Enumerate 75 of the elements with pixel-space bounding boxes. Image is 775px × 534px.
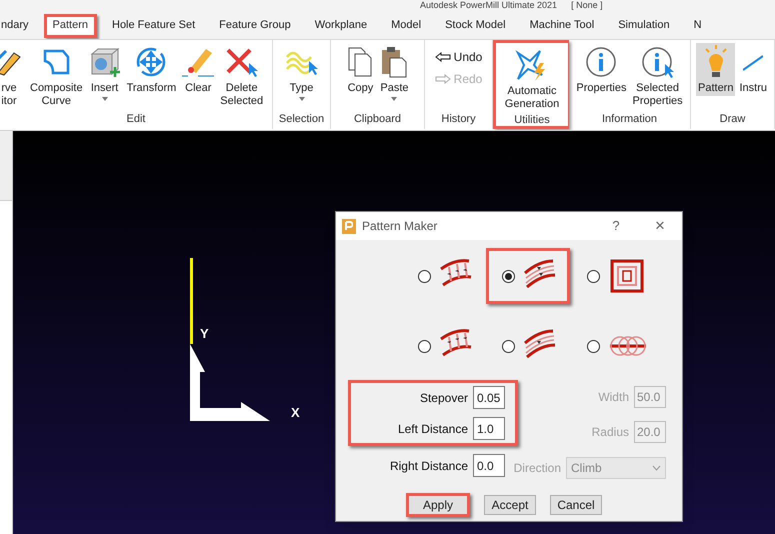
cube-plus-icon <box>88 47 121 77</box>
ribbon-tab[interactable]: Machine Tool <box>520 14 604 38</box>
pattern-option[interactable] <box>486 248 570 304</box>
paste-icon <box>380 46 408 78</box>
ribbon-button[interactable]: Insert <box>86 43 123 102</box>
caret-icon <box>298 97 304 101</box>
field-label: Stepover <box>420 390 468 406</box>
info-cursor-icon <box>640 46 675 78</box>
field-label: Direction <box>514 460 561 477</box>
ribbon-button[interactable]: Copy <box>344 43 376 96</box>
ribbon-button[interactable]: Instru <box>737 43 769 96</box>
ribbon-tab[interactable]: Stock Model <box>436 14 515 38</box>
app-logo-icon <box>342 218 356 234</box>
ribbon-button[interactable]: Transform <box>124 43 178 96</box>
chevron-down-icon <box>652 465 661 471</box>
move-arrows-icon <box>135 46 168 78</box>
curve-icon <box>41 47 72 77</box>
input-field[interactable]: 0.0 <box>473 454 505 477</box>
group-label: History <box>440 112 477 127</box>
help-button[interactable]: ? <box>606 216 626 236</box>
radio-button[interactable] <box>418 270 431 282</box>
light-bulb-icon <box>702 45 729 79</box>
dialog-button[interactable]: Accept <box>484 495 536 515</box>
input-field[interactable]: 1.0 <box>473 417 505 440</box>
ribbon-button[interactable]: Delete Selected <box>218 43 266 109</box>
ribbon-button[interactable]: Selected Properties <box>630 43 685 109</box>
info-icon <box>585 46 618 78</box>
axis-label: X <box>291 404 300 422</box>
copy-icon <box>346 46 374 78</box>
field-label: Right Distance <box>390 458 468 474</box>
group-label: Information <box>600 112 658 127</box>
ribbon-tab[interactable]: Hole Feature Set <box>103 14 204 38</box>
group-label: Selection <box>278 112 326 127</box>
ribbon-button[interactable]: Clear <box>180 43 216 96</box>
undo-button[interactable]: Undo <box>432 47 484 67</box>
ribbon-button[interactable]: Type <box>282 43 320 102</box>
dialog-button[interactable]: Apply <box>406 493 470 517</box>
ribbon-tab[interactable]: N <box>684 14 711 38</box>
field-label: Width <box>598 389 629 406</box>
ribbon-tab[interactable]: Model <box>382 14 430 38</box>
left-arrow-icon <box>434 52 451 62</box>
group-label: Draw <box>718 112 746 127</box>
field-label: Radius <box>592 424 629 441</box>
caret-icon <box>391 97 398 101</box>
ribbon-button[interactable]: Pattern <box>696 43 736 96</box>
group-label: Edit <box>126 112 146 127</box>
radio-button[interactable] <box>418 340 431 352</box>
ribbon-button[interactable]: Composite Curve <box>28 43 85 109</box>
ribbon-tab[interactable]: Pattern <box>44 14 97 38</box>
close-button[interactable]: × <box>650 213 670 239</box>
ribbon-button[interactable]: Properties <box>574 43 628 96</box>
radio-button[interactable] <box>502 270 515 282</box>
radio-button[interactable] <box>587 270 600 282</box>
ribbon-button[interactable]: rve itor <box>0 43 26 109</box>
right-arrow-icon <box>434 74 451 84</box>
axis-label: Y <box>200 325 209 343</box>
dialog-button[interactable]: Cancel <box>550 495 602 515</box>
radio-button[interactable] <box>587 340 600 352</box>
caret-icon <box>102 97 108 101</box>
ribbon-button[interactable]: Paste <box>378 43 411 102</box>
ribbon-tab[interactable]: Feature Group <box>210 14 300 38</box>
dialog-title: Pattern Maker <box>362 218 438 235</box>
delete-cross-icon <box>224 47 259 77</box>
eraser-pencil-icon <box>182 47 214 77</box>
ribbon-button[interactable]: Automatic Generation <box>502 46 562 112</box>
field-label: Left Distance <box>398 420 468 438</box>
input-field[interactable]: 0.05 <box>473 386 505 409</box>
project-name: [ None ] <box>571 0 603 11</box>
ribbon-tab[interactable]: Workplane <box>306 14 376 38</box>
group-label: Clipboard <box>352 112 402 127</box>
radio-button[interactable] <box>502 340 515 352</box>
window-title: Autodesk PowerMill Ultimate 2021 <box>420 0 558 11</box>
group-label: Utilities <box>513 113 551 128</box>
ribbon-tab[interactable]: Simulation <box>609 14 679 38</box>
ribbon-tab[interactable]: ndary <box>0 14 38 38</box>
